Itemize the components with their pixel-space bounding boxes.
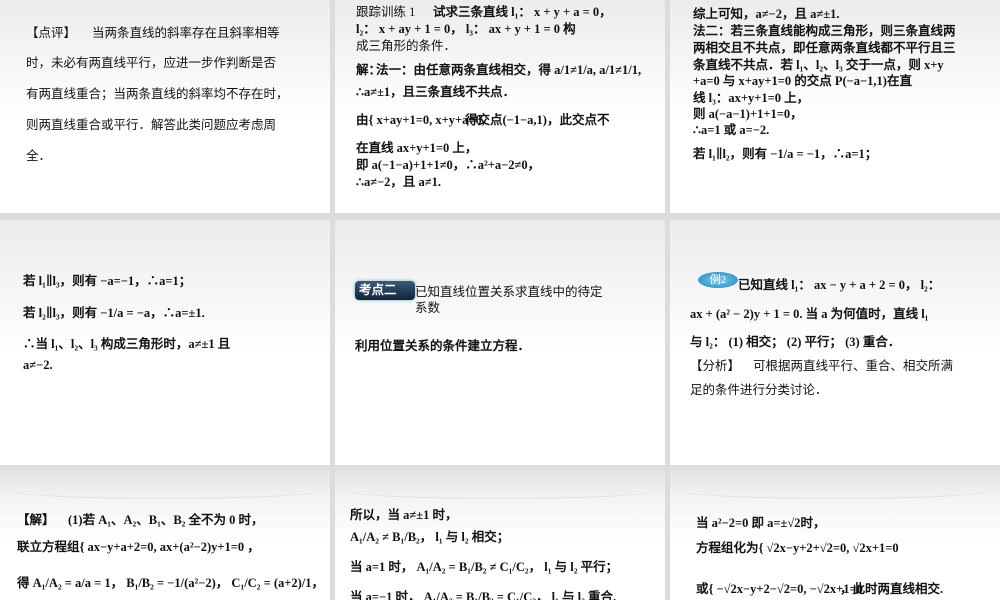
analysis-label: 【分析】 <box>690 359 741 373</box>
equation-system: 或{ −√2x−y+2−√2=0, −√2x+1=0 <box>696 582 863 596</box>
slide-thumbnail-4[interactable]: 若 l₁∥l₃，则有 −a=−1，∴a=1； 若 l₂∥l₃，则有 −1/a =… <box>0 220 330 465</box>
text-line: 利用位置关系的条件建立方程． <box>355 339 531 353</box>
text-line: 若 l₁∥l₂，则有 −1/a = −1，∴a=1； <box>693 147 878 161</box>
section-badge: 考点二 <box>355 281 415 300</box>
slide-thumbnail-5[interactable]: 考点二 已知直线位置关系求直线中的待定 系数 利用位置关系的条件建立方程． <box>335 220 665 465</box>
slide-thumbnail-6[interactable]: 例2 已知直线 l₁： ax − y + a + 2 = 0， l₂： ax +… <box>670 220 1000 465</box>
text-line: 可根据两直线平行、重合、相交所满 <box>753 359 954 373</box>
text-line: 时，未必有两直线平行，应进一步作判断是否 <box>26 56 277 70</box>
text-line: ∴a=1 或 a=−2. <box>693 123 770 137</box>
section-title-cont: 系数 <box>415 301 441 315</box>
text-line: 当 a=1 时， A₁/A₂ = B₁/B₂ ≠ C₁/C₂， l₁ 与 l₂ … <box>350 560 619 574</box>
section-title: 已知直线位置关系求直线中的待定 <box>415 285 603 299</box>
text-line: a≠−2. <box>23 358 53 372</box>
solution-label: 【解】 <box>17 513 55 527</box>
text-line: 所以，当 a≠±1 时， <box>350 508 458 522</box>
header-swoosh <box>0 470 330 499</box>
header-swoosh <box>670 470 1000 499</box>
text-line: 成三角形的条件． <box>356 39 457 53</box>
text-line: (1)若 A₁、A₂、B₁、B₂ 全不为 0 时， <box>68 513 264 527</box>
text-line: ∴当 l₁、l₂、l₃ 构成三角形时，a≠±1 且 <box>23 337 231 351</box>
text-line: 当 a=−1 时， A₁/A₂ = B₁/B₂ = C₁/C₂， l₁ 与 l₂… <box>350 590 617 600</box>
text-line: 得交点(−1−a,1)，此交点不 <box>465 113 610 127</box>
text-line: 全． <box>26 149 52 163</box>
text-line: ax + (a² − 2)y + 1 = 0. 当 a 为何值时，直线 l₁ <box>690 307 929 321</box>
text-line: 法一：由任意两条直线相交，得 a/1≠1/a, a/1≠1/1, <box>376 63 642 77</box>
example-badge: 例2 <box>698 272 738 288</box>
text-line: ，此时两直线相交. <box>840 582 944 596</box>
text-line: 有两直线重合；当两条直线的斜率均不存在时， <box>26 87 289 101</box>
text-line: 当两条直线的斜率存在且斜率相等 <box>92 26 280 40</box>
equation-system: 联立方程组{ ax−y+a+2=0, ax+(a²−2)y+1=0 ， <box>17 540 260 554</box>
text-line: 足的条件进行分类讨论． <box>690 383 828 397</box>
text-line: ∴a≠−2，且 a≠1. <box>356 175 442 189</box>
text-line: 已知直线 l₁： ax − y + a + 2 = 0， l₂： <box>738 278 941 292</box>
slide-thumbnail-9[interactable]: 当 a²−2=0 即 a=±√2时， 方程组化为{ √2x−y+2+√2=0, … <box>670 470 1000 600</box>
text-line: A₁/A₂ ≠ B₁/B₂， l₁ 与 l₂ 相交； <box>350 530 510 544</box>
text-line: 与 l₂： (1) 相交； (2) 平行； (3) 重合． <box>690 335 901 349</box>
text-line: 当 a²−2=0 即 a=±√2时， <box>696 516 826 530</box>
slide-thumbnail-8[interactable]: 所以，当 a≠±1 时， A₁/A₂ ≠ B₁/B₂， l₁ 与 l₂ 相交； … <box>335 470 665 600</box>
text-line: 则两直线重合或平行．解答此类问题应考虑周 <box>26 118 277 132</box>
slide-thumbnail-2[interactable]: 跟踪训练 1 试求三条直线 l₁： x + y + a = 0， l₂： x +… <box>335 0 665 213</box>
slide-thumbnail-3[interactable]: 综上可知，a≠−2，且 a≠±1. 法二：若三条直线能构成三角形，则三条直线两 … <box>670 0 1000 213</box>
text-line: 若 l₂∥l₃，则有 −1/a = −a，∴a=±1. <box>23 306 205 320</box>
slide-thumbnail-7[interactable]: 【解】 (1)若 A₁、A₂、B₁、B₂ 全不为 0 时， 联立方程组{ ax−… <box>0 470 330 600</box>
text-line: 若 l₁∥l₃，则有 −a=−1，∴a=1； <box>23 274 192 288</box>
text-line: 得 A₁/A₂ = a/a = 1， B₁/B₂ = −1/(a²−2)， C₁… <box>17 576 324 590</box>
header-swoosh <box>335 470 665 499</box>
slide-thumbnail-1[interactable]: 【点评】 当两条直线的斜率存在且斜率相等 时，未必有两直线平行，应进一步作判断是… <box>0 0 330 213</box>
text-line: ∴a≠±1，且三条直线不共点． <box>356 85 516 99</box>
equation-system: 方程组化为{ √2x−y+2+√2=0, √2x+1=0 <box>696 541 899 555</box>
comment-label: 【点评】 <box>26 26 77 40</box>
